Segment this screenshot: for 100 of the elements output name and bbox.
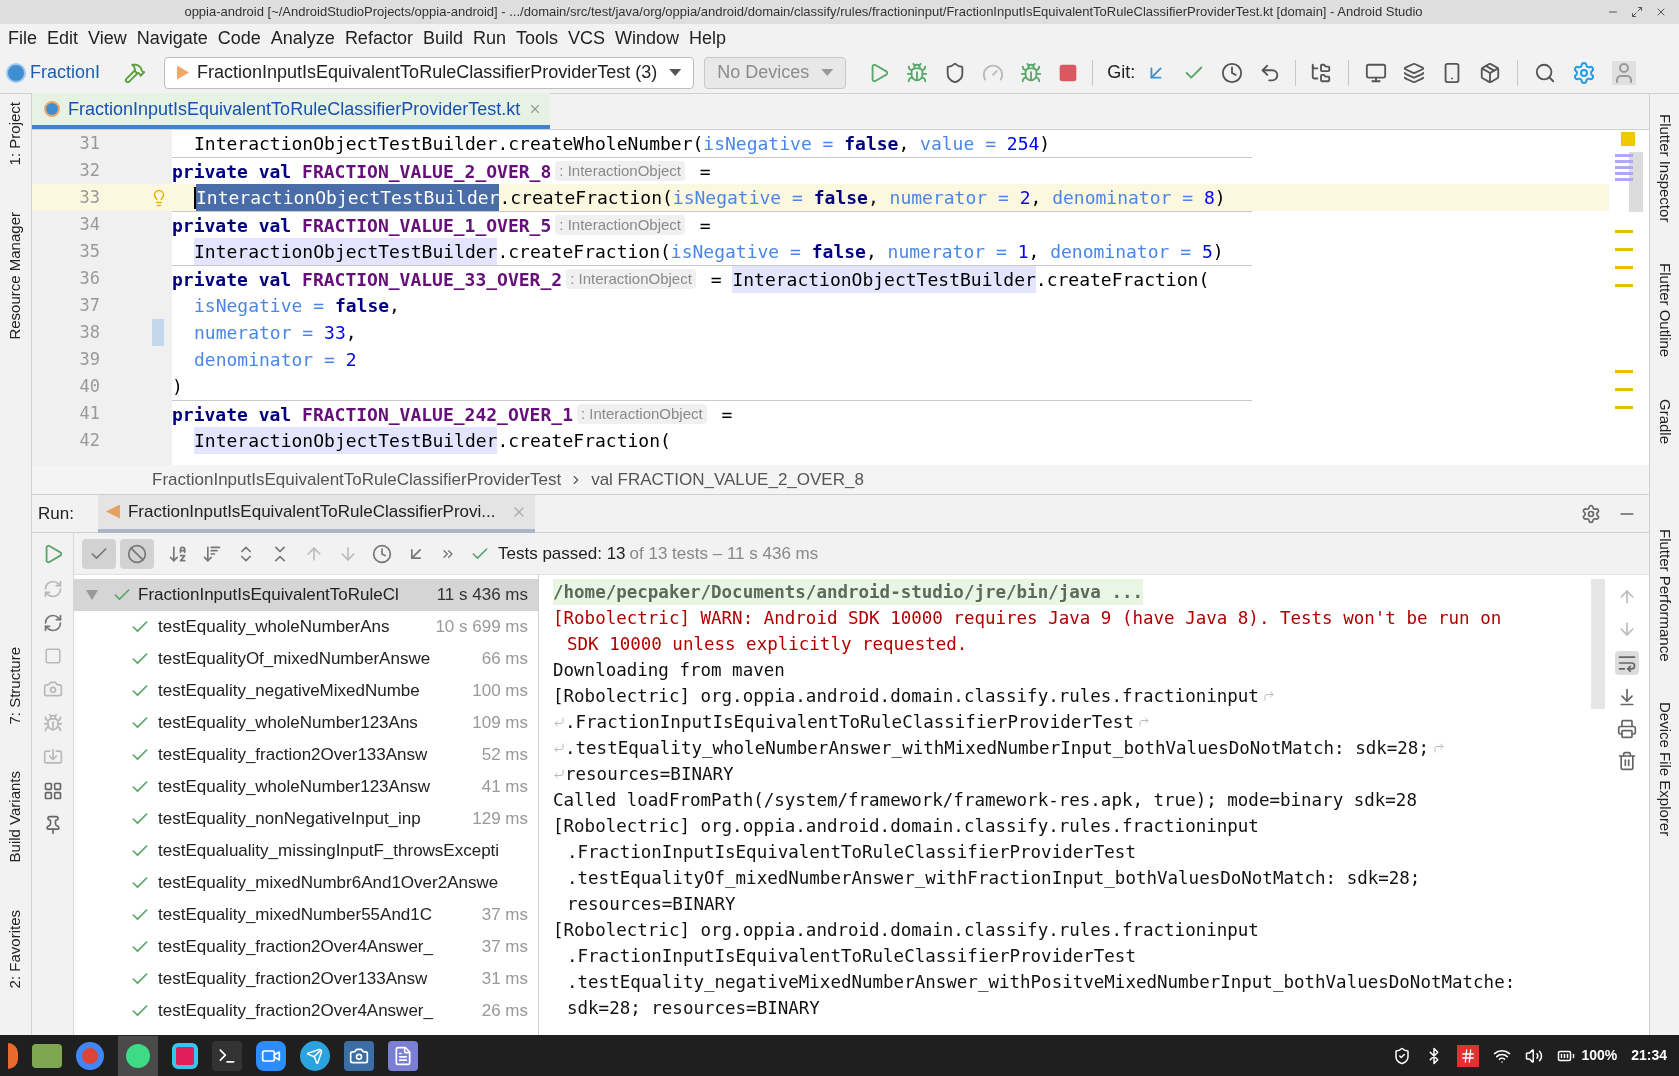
menu-item[interactable]: Analyze [266, 24, 339, 52]
menu-item[interactable]: Window [611, 24, 684, 52]
trash-icon[interactable] [1617, 751, 1637, 771]
run-tab[interactable]: FractionInputIsEquivalentToRuleClassifierProvi... [97, 494, 536, 533]
console-line: [Robolectric] WARN: Android SDK 10000 requires Java 9 (have Java 8). Tests won't be run on [553, 607, 1502, 630]
hammer-icon[interactable] [124, 61, 146, 84]
show-passed-toggle[interactable] [82, 538, 116, 569]
messenger-icon[interactable] [300, 1040, 330, 1071]
test-tree-row[interactable]: testEquality_negativeMixedNumbe 100 ms [74, 675, 538, 707]
code-token: isNegative = [672, 186, 804, 210]
code-token: .createFraction( [497, 240, 671, 264]
test-tree-row[interactable]: testEquality_nonNegativeInput_inp 129 ms [74, 803, 538, 835]
test-name: testEquality_mixedNumbr6And1Over2Answe [158, 872, 499, 895]
close-icon[interactable] [1655, 6, 1667, 18]
app-icon[interactable] [8, 1042, 18, 1069]
test-tree-row[interactable]: testEquality_wholeNumber123Ans 109 ms [74, 707, 538, 739]
tool-window-tab[interactable]: 1: Project [0, 98, 35, 170]
run-config-dropdown[interactable]: FractionInputIsEquivalentToRuleClassifierProviderTest (3) [164, 56, 695, 89]
line-number: 31 [78, 131, 100, 155]
clock[interactable]: 21:34 [1631, 1045, 1671, 1066]
settings-icon[interactable] [1581, 503, 1601, 524]
camera-app-icon[interactable] [344, 1040, 374, 1071]
test-tree-row[interactable]: testEquality_wholeNumber123Answ 41 ms [74, 771, 538, 803]
menu-item[interactable]: Run [468, 24, 510, 52]
tool-window-tab[interactable]: Flutter Inspector [1645, 110, 1679, 227]
test-duration: 11 s 436 ms [436, 584, 528, 607]
test-tree-row[interactable]: testEquality_fraction2Over4Answer_ 37 ms [74, 931, 538, 963]
scroll-to-end-icon[interactable] [1617, 687, 1637, 707]
scrollbar-thumb[interactable] [1591, 579, 1605, 709]
volume-icon[interactable] [1525, 1046, 1544, 1065]
menu-item[interactable]: Help [685, 24, 731, 52]
layout-icon[interactable] [42, 781, 63, 801]
code-token: , [345, 321, 357, 345]
settings-icon[interactable] [1572, 60, 1597, 85]
code-token: private val [172, 402, 293, 427]
test-tree-row[interactable]: FractionInputIsEquivalentToRuleCl 11 s 436 ms [74, 579, 538, 611]
test-duration: 66 ms [481, 648, 528, 671]
stop-icon[interactable] [1058, 62, 1079, 83]
menu-item[interactable]: Tools [511, 24, 562, 52]
test-tree-row[interactable]: testEquality_fraction2Over133Answ 52 ms [74, 739, 538, 771]
breadcrumb[interactable]: FractionInputIsEquivalentToRuleClassifierProviderTest [152, 466, 562, 493]
history-icon[interactable] [372, 543, 392, 564]
debug-icon[interactable] [906, 61, 929, 84]
line-number: 36 [78, 266, 100, 290]
monitor-icon[interactable] [1365, 61, 1388, 84]
print-icon[interactable] [1617, 719, 1637, 739]
breadcrumb[interactable]: val FRACTION_VALUE_2_OVER_8 [591, 466, 864, 493]
notes-icon[interactable] [388, 1040, 418, 1071]
sdk-manager-icon[interactable] [1479, 61, 1502, 84]
search-icon[interactable] [1534, 61, 1557, 84]
scrollbar-thumb[interactable] [1629, 152, 1643, 212]
auto-test-icon[interactable] [42, 613, 63, 633]
tool-window-tab[interactable]: Flutter Performance [1645, 524, 1679, 666]
menu-item[interactable]: Edit [43, 24, 83, 52]
menu-item[interactable]: File [4, 24, 41, 52]
code-token: isNegative = [194, 294, 326, 318]
menu-item[interactable]: Build [418, 24, 467, 52]
test-tree-row[interactable]: testEquality_fraction2Over133Answ 31 ms [74, 963, 538, 995]
terminal-icon[interactable] [212, 1040, 242, 1071]
maximize-icon[interactable] [1631, 6, 1643, 18]
tool-window-tab[interactable]: 7: Structure [0, 642, 35, 729]
occurrence-marker [1615, 266, 1633, 269]
soft-wrap-icon[interactable] [1615, 651, 1639, 675]
test-tree-row[interactable]: testEquality_mixedNumbr6And1Over2Answe [74, 867, 538, 899]
history-icon[interactable] [1221, 61, 1244, 84]
test-name: testEquality_wholeNumberAns [158, 616, 390, 639]
line-number: 42 [78, 428, 100, 452]
project-structure-icon[interactable] [1310, 61, 1333, 84]
menu-item[interactable]: Navigate [132, 24, 212, 52]
project-icon [6, 62, 26, 83]
show-ignored-toggle[interactable] [120, 538, 154, 569]
folder-icon[interactable] [32, 1043, 62, 1068]
browser-icon[interactable] [76, 1041, 104, 1070]
tool-window-tab[interactable]: Flutter Outline [1645, 259, 1679, 362]
tool-window-tab[interactable]: Gradle [1645, 394, 1679, 448]
menu-item[interactable]: View [84, 24, 131, 52]
tool-window-tab[interactable]: Build Variants [0, 767, 35, 867]
menu-item[interactable]: VCS [564, 24, 609, 52]
code-token: = [720, 402, 733, 427]
test-tree-row[interactable]: testEqualuality_missingInputF_throwsExcepti [74, 835, 538, 867]
code-token: = [698, 213, 711, 238]
tray-app-icon[interactable] [1457, 1044, 1480, 1067]
video-call-icon[interactable] [256, 1040, 286, 1071]
console-line: .FractionInputIsEquivalentToRuleClassifierProviderTest [567, 841, 1136, 864]
tool-window-tab[interactable]: Resource Manager [0, 208, 35, 344]
test-name: testEquality_wholeNumber123Ans [158, 712, 418, 735]
test-tree-row[interactable]: testEqualityOf_mixedNumberAnswe 66 ms [74, 643, 538, 675]
project-name[interactable]: FractionI [30, 59, 106, 86]
test-tree-row[interactable]: testEquality_fraction2Over4Answer_ 26 ms [74, 995, 538, 1027]
menu-item[interactable]: Refactor [340, 24, 417, 52]
test-tree-row[interactable]: testEquality_wholeNumberAns 10 s 699 ms [74, 611, 538, 643]
shield-icon[interactable] [1393, 1046, 1412, 1065]
menu-item[interactable]: Code [213, 24, 265, 52]
tool-window-tab[interactable]: Device File Explorer [1645, 698, 1679, 841]
tests-passed-summary: Tests passed: 13 [498, 542, 626, 565]
avatar-icon[interactable] [1612, 60, 1637, 85]
tool-window-tab[interactable]: 2: Favorites [0, 905, 35, 992]
editor-tab[interactable]: FractionInputIsEquivalentToRuleClassifierProviderTest.kt [32, 93, 551, 129]
apply-changes-icon[interactable] [1020, 61, 1043, 84]
test-tree-row[interactable]: testEquality_mixedNumber55And1C 37 ms [74, 899, 538, 931]
